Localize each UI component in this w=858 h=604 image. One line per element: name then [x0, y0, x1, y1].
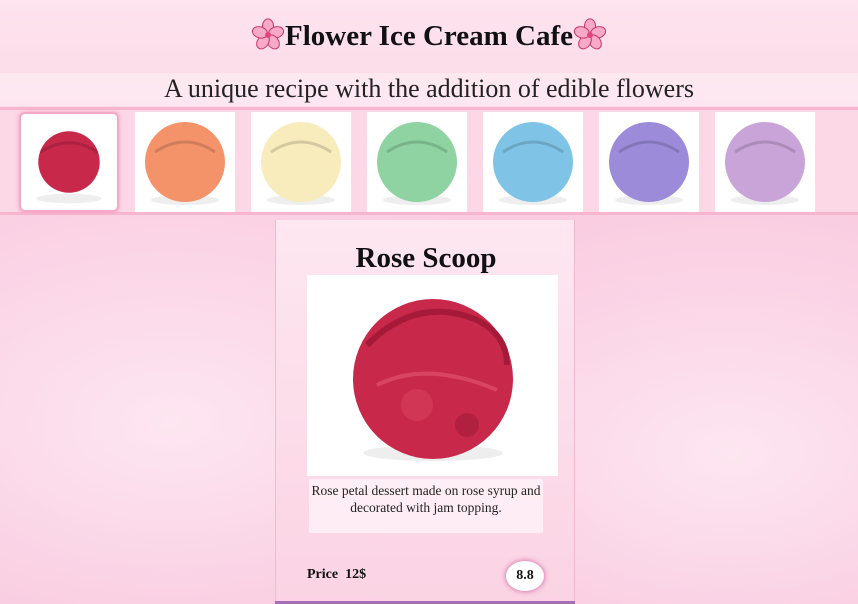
flavor-thumb-rose[interactable] — [19, 112, 119, 212]
flavor-thumb-mint-chip[interactable] — [367, 112, 467, 212]
product-card: Rose Scoop Rose petal dessert made on ro… — [275, 220, 575, 604]
product-title: Rose Scoop — [355, 242, 497, 274]
flavor-thumb-peach[interactable] — [135, 112, 235, 212]
price-label: Price — [307, 567, 339, 582]
flavor-thumb-vanilla[interactable] — [251, 112, 351, 212]
cherry-blossom-icon — [573, 18, 607, 50]
flavor-thumb-blue-swirl[interactable] — [483, 112, 583, 212]
price: Price 12$ — [307, 567, 366, 583]
product-image — [307, 275, 558, 476]
page-subtitle: A unique recipe with the addition of edi… — [164, 74, 694, 103]
price-value: 12$ — [345, 567, 367, 582]
flavor-thumb-lavender[interactable] — [599, 112, 699, 212]
flavor-thumb-purple-sprinkle[interactable] — [715, 112, 815, 212]
title-text: Flower Ice Cream Cafe — [284, 20, 573, 52]
cherry-blossom-icon — [251, 18, 285, 50]
product-description: Rose petal dessert made on rose syrup an… — [311, 483, 541, 515]
page-title: Flower Ice Cream Cafe — [0, 18, 858, 55]
rating-badge: 8.8 — [506, 561, 544, 591]
